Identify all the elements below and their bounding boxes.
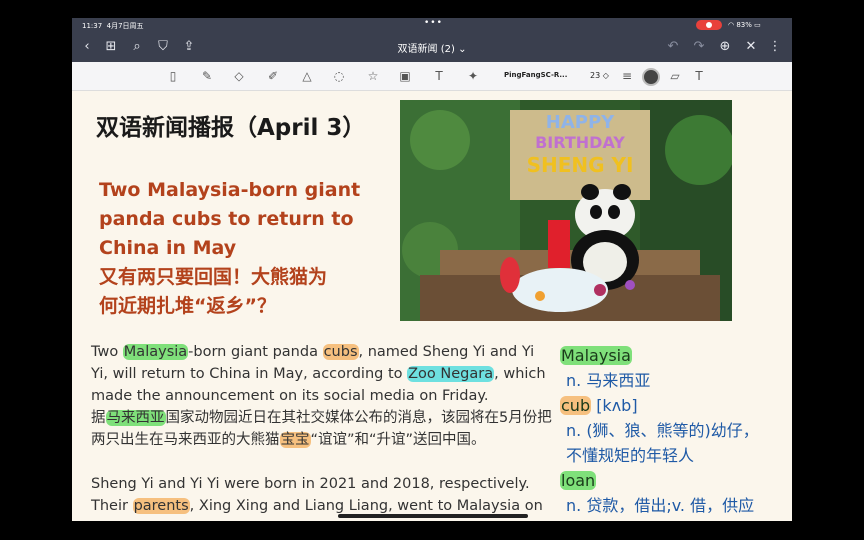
vocab-meaning: n. (狮、狼、熊等的)幼仔， <box>566 421 759 440</box>
highlight-parents[interactable]: parents <box>132 498 190 514</box>
image-icon[interactable]: ▣ <box>396 67 414 85</box>
home-indicator[interactable] <box>338 514 528 518</box>
status-time: 11:37 4月7日周五 <box>82 22 144 30</box>
vocab-meaning: 不懂规矩的年轻人 <box>566 446 695 465</box>
pen-icon[interactable]: ✎ <box>198 67 216 85</box>
text: -born giant panda <box>188 344 323 360</box>
shapes-icon[interactable]: △ <box>298 67 316 85</box>
redo-icon[interactable]: ↷ <box>690 38 708 56</box>
font-size-selector[interactable]: 23 ◇ <box>590 71 609 80</box>
font-name-selector[interactable]: PingFangSC-R... <box>504 71 567 79</box>
vocab-meaning: n. 贷款，借出;v. 借，供应 <box>566 496 755 515</box>
document-title[interactable]: 双语新闻 (2) ⌄ <box>72 40 792 55</box>
headline: Two Malaysia-born giant panda cubs to re… <box>99 176 369 321</box>
lasso-icon[interactable]: ◌ <box>330 67 348 85</box>
more-icon[interactable]: ⋮ <box>766 38 784 56</box>
highlighter-icon[interactable]: ✐ <box>264 67 282 85</box>
sticker-icon[interactable]: ☆ <box>364 67 382 85</box>
svg-text:BIRTHDAY: BIRTHDAY <box>535 133 625 152</box>
highlight-malaysia-cn[interactable]: 马来西亚 <box>105 410 166 426</box>
close-icon[interactable]: ✕ <box>742 38 760 56</box>
text: 据 <box>91 410 106 426</box>
add-page-icon[interactable]: ⊕ <box>716 38 734 56</box>
text-box-icon[interactable]: T <box>430 67 448 85</box>
paragraph-en-2: Sheng Yi and Yi Yi were born in 2021 and… <box>91 473 553 517</box>
highlight-baobao[interactable]: 宝宝 <box>279 432 311 448</box>
highlight-zoo-negara[interactable]: Zoo Negara <box>407 366 495 382</box>
text-style-icon[interactable]: T <box>690 67 708 85</box>
vocab-word[interactable]: Malaysia <box>560 346 632 365</box>
vocab-word[interactable]: loan <box>560 471 597 490</box>
headline-line: Two Malaysia-born giant <box>99 179 361 201</box>
headline-line: 又有两只要回国！大熊猫为 <box>99 266 328 288</box>
vocabulary-panel: Malaysia n. 马来西亚 cub [kʌb] n. (狮、狼、熊等的)幼… <box>560 343 792 518</box>
text: “谊谊”和“升谊”送回中国。 <box>310 432 486 448</box>
text: Two <box>91 344 123 360</box>
svg-text:SHENG YI: SHENG YI <box>527 153 634 177</box>
headline-line: panda cubs to return to <box>99 208 354 230</box>
text-color-button[interactable] <box>642 68 660 86</box>
page-title: 双语新闻播报（April 3） <box>96 115 366 141</box>
multitask-dots-icon[interactable]: ••• <box>424 18 443 28</box>
ipad-screen: 11:37 4月7日周五 ••• ◠ 83% ▭ ‹ ⊞ ⌕ ⛉ ⇪ 双语新闻 … <box>72 18 792 521</box>
highlight-malaysia[interactable]: Malaysia <box>122 344 189 360</box>
vocab-meaning: n. 马来西亚 <box>566 371 651 390</box>
align-icon[interactable]: ≡ <box>618 67 636 85</box>
vocab-phonetic: [kʌb] <box>596 396 638 415</box>
paragraph-en-1: Two Malaysia-born giant panda cubs, name… <box>91 341 553 451</box>
panda-birthday-photo[interactable]: HAPPY BIRTHDAY SHENG YI <box>400 100 732 321</box>
laser-pointer-icon[interactable]: ✦ <box>464 67 482 85</box>
headline-line: 何近期扎堆“返乡”？ <box>99 295 276 317</box>
headline-line: China in May <box>99 237 237 259</box>
background-color-icon[interactable]: ▱ <box>666 67 684 85</box>
eraser-icon[interactable]: ◇ <box>230 67 248 85</box>
nav-bar: ‹ ⊞ ⌕ ⛉ ⇪ 双语新闻 (2) ⌄ ↶ ↷ ⊕ ✕ ⋮ <box>72 32 792 62</box>
vocab-word[interactable]: cub <box>560 396 592 415</box>
highlight-cubs[interactable]: cubs <box>322 344 359 360</box>
wifi-battery-indicator: ◠ 83% ▭ <box>728 21 761 29</box>
drawing-toolbar: ▯ ✎ ◇ ✐ △ ◌ ☆ ▣ T ✦ PingFangSC-R... 23 ◇… <box>72 62 792 91</box>
undo-icon[interactable]: ↶ <box>664 38 682 56</box>
status-bar: 11:37 4月7日周五 ••• ◠ 83% ▭ <box>72 18 792 32</box>
text: , Xing Xing and Liang Liang, went to Mal… <box>189 498 543 514</box>
panda-photo-illustration: HAPPY BIRTHDAY SHENG YI <box>400 100 732 321</box>
article-body: Two Malaysia-born giant panda cubs, name… <box>91 341 553 521</box>
svg-text:HAPPY: HAPPY <box>546 112 615 133</box>
read-mode-icon[interactable]: ▯ <box>164 67 182 85</box>
screen-record-icon <box>696 20 722 30</box>
